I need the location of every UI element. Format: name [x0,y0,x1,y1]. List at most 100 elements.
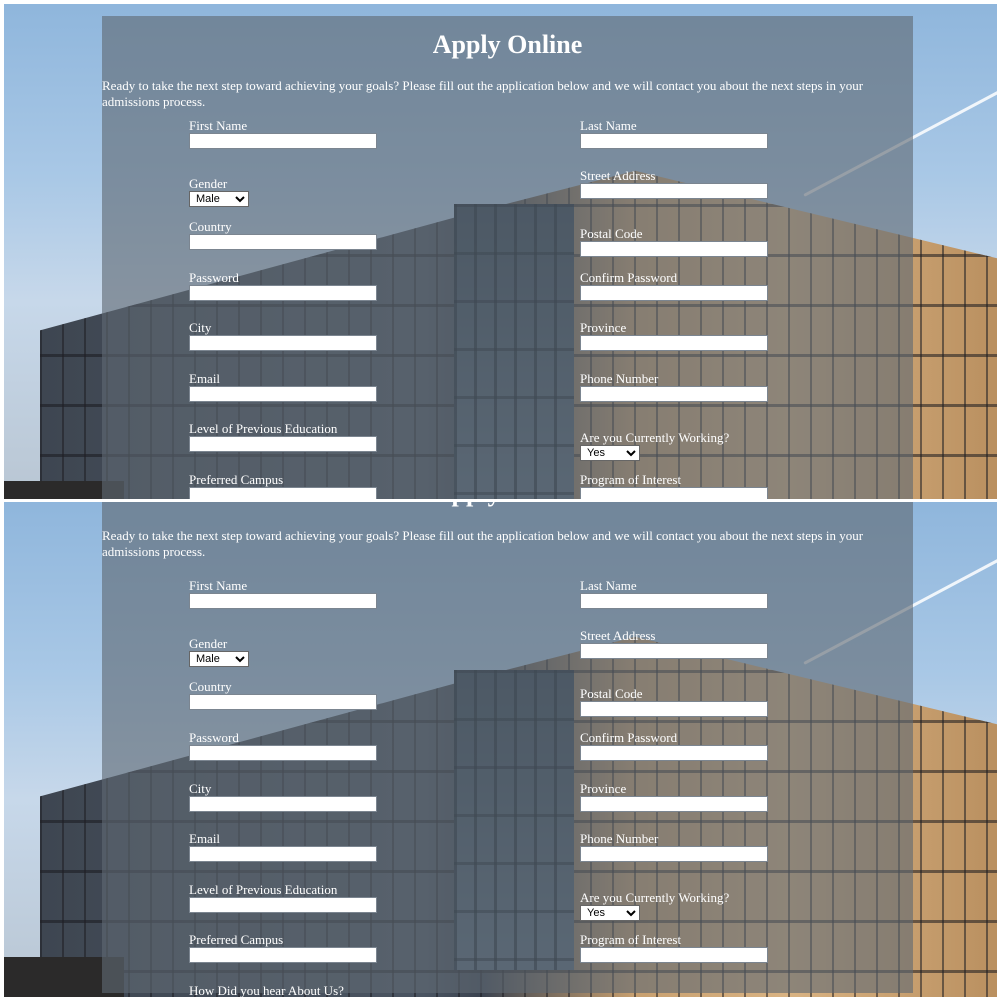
country-label: Country [189,679,232,694]
first-name-input[interactable] [189,593,377,609]
screenshot-top: Apply Online Ready to take the next step… [4,4,997,499]
phone-number-field: Phone Number [580,371,768,402]
postal-code-label: Postal Code [580,226,643,241]
program-of-interest-label: Program of Interest [580,932,682,947]
previous-education-label: Level of Previous Education [189,882,338,897]
gender-select[interactable]: Male [189,651,249,667]
screenshot-bottom: Apply Online Ready to take the next step… [4,502,997,997]
postal-code-label: Postal Code [580,686,643,701]
preferred-campus-field: Preferred Campus [189,932,377,963]
country-input[interactable] [189,234,377,250]
city-input[interactable] [189,335,377,351]
confirm-password-label: Confirm Password [580,730,678,745]
province-input[interactable] [580,335,768,351]
phone-number-field: Phone Number [580,831,768,862]
postal-code-input[interactable] [580,701,768,717]
page-title: Apply Online [102,502,913,508]
intro-text: Ready to take the next step toward achie… [102,78,864,109]
program-of-interest-input[interactable] [580,947,768,963]
page-title: Apply Online [432,30,583,59]
province-field: Province [580,781,768,812]
currently-working-select[interactable]: Yes [580,445,640,461]
confirm-password-input[interactable] [580,745,768,761]
phone-number-input[interactable] [580,846,768,862]
last-name-label: Last Name [580,118,637,133]
street-address-label: Street Address [580,168,656,183]
street-address-field: Street Address [580,168,768,199]
country-field: Country [189,219,377,250]
email-label: Email [189,371,221,386]
currently-working-label: Are you Currently Working? [580,430,730,445]
first-name-input[interactable] [189,133,377,149]
gender-select[interactable]: Male [189,191,249,207]
password-label: Password [189,270,239,285]
currently-working-label: Are you Currently Working? [580,890,730,905]
street-address-input[interactable] [580,643,768,659]
postal-code-input[interactable] [580,241,768,257]
program-of-interest-field: Program of Interest [580,932,768,963]
how-heard-label: How Did you hear About Us? [189,983,344,997]
password-input[interactable] [189,285,377,301]
password-label: Password [189,730,239,745]
how-heard-field: How Did you hear About Us? [189,983,344,997]
first-name-field: First Name [189,578,377,609]
last-name-label: Last Name [580,578,637,593]
gender-field: Gender Male [189,636,249,667]
gender-label: Gender [189,636,228,651]
phone-number-label: Phone Number [580,831,659,846]
currently-working-field: Are you Currently Working? Yes [580,430,729,461]
currently-working-field: Are you Currently Working? Yes [580,890,729,921]
city-label: City [189,781,212,796]
program-of-interest-input[interactable] [580,487,768,499]
province-label: Province [580,320,627,335]
confirm-password-label: Confirm Password [580,270,678,285]
confirm-password-input[interactable] [580,285,768,301]
previous-education-field: Level of Previous Education [189,421,377,452]
preferred-campus-label: Preferred Campus [189,472,284,487]
street-address-label: Street Address [580,628,656,643]
last-name-input[interactable] [580,593,768,609]
preferred-campus-label: Preferred Campus [189,932,284,947]
application-form-panel: Apply Online Ready to take the next step… [102,502,913,997]
preferred-campus-field: Preferred Campus [189,472,377,499]
phone-number-input[interactable] [580,386,768,402]
program-of-interest-field: Program of Interest [580,472,768,499]
gender-label: Gender [189,176,228,191]
intro-text: Ready to take the next step toward achie… [102,528,864,559]
postal-code-field: Postal Code [580,686,768,717]
gender-field: Gender Male [189,176,249,207]
last-name-input[interactable] [580,133,768,149]
confirm-password-field: Confirm Password [580,270,768,301]
email-field: Email [189,371,377,402]
previous-education-input[interactable] [189,897,377,913]
province-input[interactable] [580,796,768,812]
country-label: Country [189,219,232,234]
currently-working-select[interactable]: Yes [580,905,640,921]
email-input[interactable] [189,386,377,402]
first-name-label: First Name [189,578,248,593]
password-input[interactable] [189,745,377,761]
password-field: Password [189,270,377,301]
previous-education-label: Level of Previous Education [189,421,338,436]
city-label: City [189,320,212,335]
email-input[interactable] [189,846,377,862]
previous-education-input[interactable] [189,436,377,452]
country-input[interactable] [189,694,377,710]
preferred-campus-input[interactable] [189,947,377,963]
application-form-panel: Apply Online Ready to take the next step… [102,16,913,499]
program-of-interest-label: Program of Interest [580,472,682,487]
password-field: Password [189,730,377,761]
province-label: Province [580,781,627,796]
first-name-field: First Name [189,118,377,149]
city-input[interactable] [189,796,377,812]
last-name-field: Last Name [580,578,768,609]
preferred-campus-input[interactable] [189,487,377,499]
email-field: Email [189,831,377,862]
confirm-password-field: Confirm Password [580,730,768,761]
postal-code-field: Postal Code [580,226,768,257]
street-address-input[interactable] [580,183,768,199]
province-field: Province [580,320,768,351]
first-name-label: First Name [189,118,248,133]
last-name-field: Last Name [580,118,768,149]
previous-education-field: Level of Previous Education [189,882,377,913]
